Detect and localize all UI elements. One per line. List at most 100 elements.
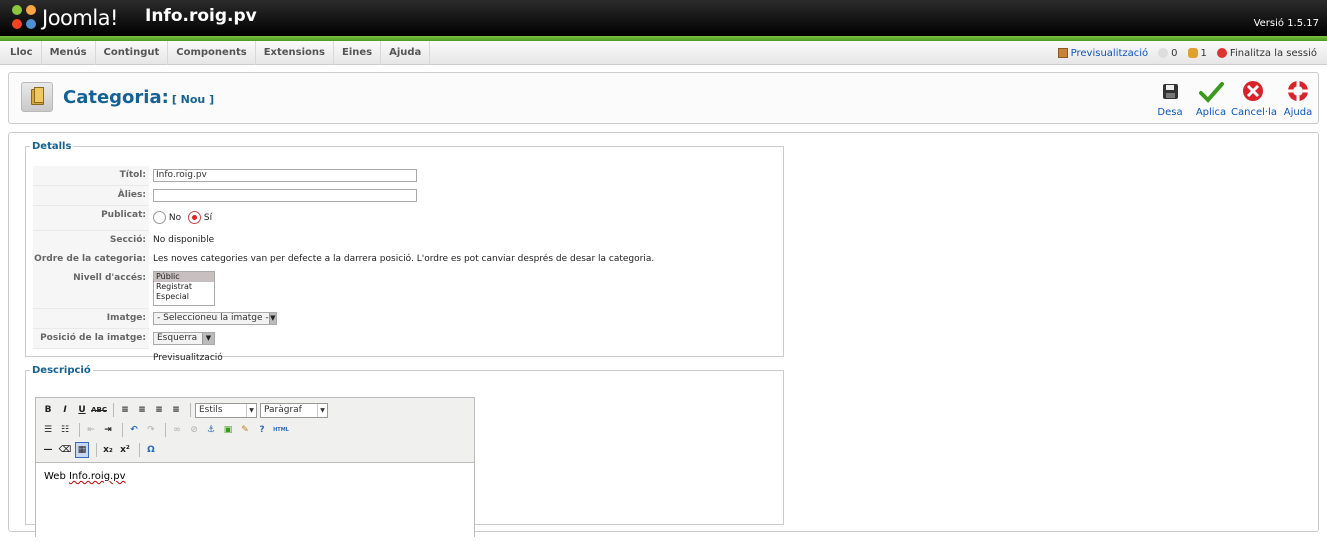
- section-value: No disponible: [153, 235, 215, 245]
- published-no-radio[interactable]: [153, 211, 166, 224]
- remove-format-icon[interactable]: ⌫: [58, 442, 72, 458]
- separator: [165, 423, 166, 437]
- italic-button[interactable]: I: [58, 402, 72, 418]
- cancel-button[interactable]: Cancel·la: [1231, 79, 1277, 118]
- numbered-list-icon[interactable]: ☷: [58, 422, 72, 438]
- separator: [113, 403, 114, 417]
- lifebuoy-icon: [1285, 79, 1311, 105]
- undo-icon[interactable]: ↶: [127, 422, 141, 438]
- save-button[interactable]: Desa: [1148, 79, 1192, 118]
- details-fieldset: Detalls Títol: Info.roig.pv Àlies: Publi…: [25, 141, 784, 363]
- alias-input[interactable]: [153, 189, 417, 202]
- editor-content-area[interactable]: Web Info.roig.pv: [36, 462, 474, 542]
- separator: [79, 423, 80, 437]
- access-option[interactable]: Registrat: [154, 282, 214, 292]
- access-option[interactable]: Especial: [154, 292, 214, 302]
- align-right-button[interactable]: ≡: [152, 402, 166, 418]
- published-row: Publicat: No Sí: [33, 206, 212, 231]
- chevron-down-icon: ▼: [317, 403, 327, 417]
- access-row: Nivell d'accés: Públic Registrat Especia…: [33, 269, 215, 309]
- outdent-icon[interactable]: ⇤: [84, 422, 98, 438]
- toolbar-box: Categoria:[ Nou ] Desa Aplica Cancel·la …: [8, 72, 1319, 124]
- menu-item-contingut[interactable]: Contingut: [96, 41, 169, 65]
- site-name: Info.roig.pv: [145, 6, 257, 26]
- subscript-icon[interactable]: x₂: [101, 442, 115, 458]
- image-position-label: Posició de la imatge:: [33, 329, 149, 349]
- preview-link[interactable]: Previsualització: [1057, 48, 1148, 59]
- menu-item-extensions[interactable]: Extensions: [256, 41, 334, 65]
- align-left-button[interactable]: ≡: [118, 402, 132, 418]
- header-bar: Joomla! Info.roig.pv Versió 1.5.17: [0, 0, 1327, 36]
- published-yes-radio[interactable]: [188, 211, 201, 224]
- editor-toolbar-row-3: — ⌫ ▦ x₂ x² Ω: [41, 441, 161, 459]
- link-icon[interactable]: ∞: [170, 422, 184, 438]
- menu-item-menus[interactable]: Menús: [42, 41, 96, 65]
- category-icon: [21, 82, 53, 112]
- joomla-logo-icon: [12, 5, 38, 31]
- title-label: Títol:: [33, 166, 149, 186]
- special-character-icon[interactable]: Ω: [144, 442, 158, 458]
- separator: [190, 403, 191, 417]
- published-no-label: No: [168, 213, 182, 223]
- align-justify-button[interactable]: ≡: [169, 402, 183, 418]
- description-legend: Descripció: [32, 365, 91, 376]
- align-center-button[interactable]: ≡: [135, 402, 149, 418]
- users-count[interactable]: 1: [1187, 48, 1207, 59]
- title-input[interactable]: Info.roig.pv: [153, 169, 417, 182]
- redo-icon[interactable]: ↷: [144, 422, 158, 438]
- format-select[interactable]: Paràgraf ▼: [260, 402, 328, 418]
- access-label: Nivell d'accés:: [33, 269, 149, 309]
- cleanup-icon[interactable]: ✎: [238, 422, 252, 438]
- unlink-icon[interactable]: ⊘: [187, 422, 201, 438]
- chevron-down-icon: ▼: [246, 403, 256, 417]
- alias-row: Àlies:: [33, 186, 417, 206]
- help-button[interactable]: Ajuda: [1276, 79, 1320, 118]
- superscript-icon[interactable]: x²: [118, 442, 132, 458]
- separator: [139, 443, 140, 457]
- checkmark-icon: [1198, 79, 1224, 105]
- strikethrough-button[interactable]: ABC: [91, 402, 107, 418]
- indent-icon[interactable]: ⇥: [101, 422, 115, 438]
- image-position-select[interactable]: Esquerra ▼: [153, 332, 215, 345]
- image-select[interactable]: - Seleccioneu la imatge - ▼: [153, 312, 277, 325]
- html-source-button[interactable]: HTML: [272, 422, 290, 438]
- bullet-list-icon[interactable]: ☰: [41, 422, 55, 438]
- anchor-icon[interactable]: ⚓: [204, 422, 218, 438]
- menu-item-ajuda[interactable]: Ajuda: [381, 41, 431, 65]
- status-area: Previsualització 0 1 Finalitza la sessió: [1048, 41, 1317, 65]
- messages-count[interactable]: 0: [1158, 48, 1178, 59]
- order-row: Ordre de la categoria: Les noves categor…: [33, 250, 654, 270]
- menu-bar: Lloc Menús Contingut Components Extensio…: [0, 41, 1327, 65]
- chevron-down-icon: ▼: [268, 313, 276, 324]
- styles-select[interactable]: Estils ▼: [195, 402, 257, 418]
- underline-button[interactable]: U: [75, 402, 89, 418]
- separator: [122, 423, 123, 437]
- joomla-logo[interactable]: Joomla!: [12, 4, 118, 32]
- visual-aid-icon[interactable]: ▦: [75, 442, 89, 458]
- image-label: Imatge:: [33, 309, 149, 329]
- chevron-down-icon: ▼: [202, 333, 214, 344]
- editor-content-word: Info.roig.pv: [68, 471, 126, 482]
- apply-button[interactable]: Aplica: [1189, 79, 1233, 118]
- image-icon[interactable]: ▣: [221, 422, 235, 438]
- menu-item-eines[interactable]: Eines: [334, 41, 382, 65]
- help-icon[interactable]: ?: [255, 422, 269, 438]
- image-row: Imatge: - Seleccioneu la imatge - ▼: [33, 309, 277, 329]
- bold-button[interactable]: B: [41, 402, 55, 418]
- menu-item-components[interactable]: Components: [168, 41, 256, 65]
- brand-name: Joomla!: [42, 6, 118, 30]
- menu-item-lloc[interactable]: Lloc: [2, 41, 42, 65]
- logout-link[interactable]: Finalitza la sessió: [1216, 48, 1317, 59]
- image-position-row: Posició de la imatge: Esquerra ▼: [33, 329, 215, 349]
- order-value: Les noves categories van per defecte a l…: [153, 254, 655, 264]
- page-title: Categoria:[ Nou ]: [63, 87, 215, 108]
- save-icon: [1157, 79, 1183, 105]
- details-legend: Detalls: [32, 141, 72, 152]
- horizontal-rule-icon[interactable]: —: [41, 442, 55, 458]
- published-label: Publicat:: [33, 206, 149, 231]
- separator: [96, 443, 97, 457]
- cancel-icon: [1240, 79, 1266, 105]
- access-option[interactable]: Públic: [154, 272, 214, 282]
- page-subtitle: [ Nou ]: [171, 93, 215, 106]
- access-listbox[interactable]: Públic Registrat Especial: [153, 271, 215, 306]
